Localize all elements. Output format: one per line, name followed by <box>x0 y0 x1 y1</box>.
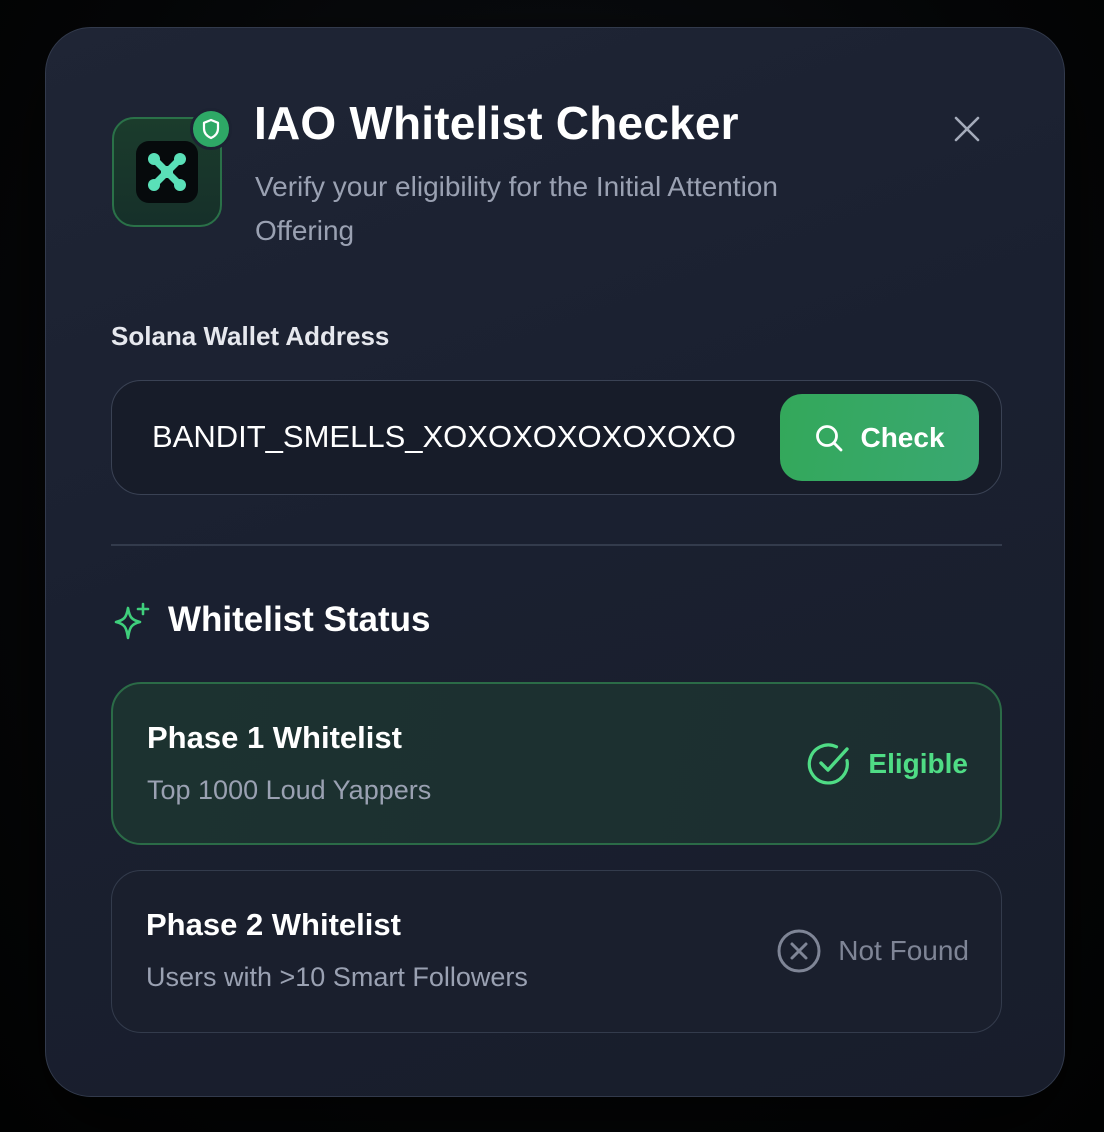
whitelist-checker-dialog: IAO Whitelist Checker Verify your eligib… <box>45 27 1065 1097</box>
status-label: Not Found <box>838 935 969 966</box>
wallet-input-group: Check <box>111 380 1002 495</box>
phase-name: Phase 2 Whitelist <box>146 907 401 942</box>
page-subtitle: Verify your eligibility for the Initial … <box>255 171 778 246</box>
x-logo-icon <box>136 141 198 203</box>
page-title: IAO Whitelist Checker <box>254 97 739 149</box>
phase-card-1[interactable]: Phase 1 Whitelist Top 1000 Loud Yappers … <box>111 682 1002 845</box>
phase-name: Phase 1 Whitelist <box>147 720 402 755</box>
x-circle-icon <box>777 929 821 973</box>
status-label: Eligible <box>868 748 968 779</box>
status-badge: Not Found <box>776 927 969 975</box>
search-icon <box>816 424 843 451</box>
phase-description: Top 1000 Loud Yappers <box>147 775 432 805</box>
status-badge: Eligible <box>806 740 968 788</box>
phase-card-2[interactable]: Phase 2 Whitelist Users with >10 Smart F… <box>111 870 1002 1033</box>
close-icon <box>954 116 980 142</box>
close-button[interactable] <box>948 110 986 148</box>
check-circle-icon <box>808 743 850 785</box>
wallet-address-label: Solana Wallet Address <box>111 321 390 351</box>
shield-icon <box>190 108 232 150</box>
wallet-address-input[interactable] <box>152 411 742 463</box>
check-button-label: Check <box>860 421 945 453</box>
section-title: Whitelist Status <box>168 600 431 639</box>
section-divider <box>111 544 1002 546</box>
sparkle-icon <box>114 602 150 640</box>
check-button[interactable]: Check <box>780 394 979 481</box>
phase-description: Users with >10 Smart Followers <box>146 962 528 992</box>
